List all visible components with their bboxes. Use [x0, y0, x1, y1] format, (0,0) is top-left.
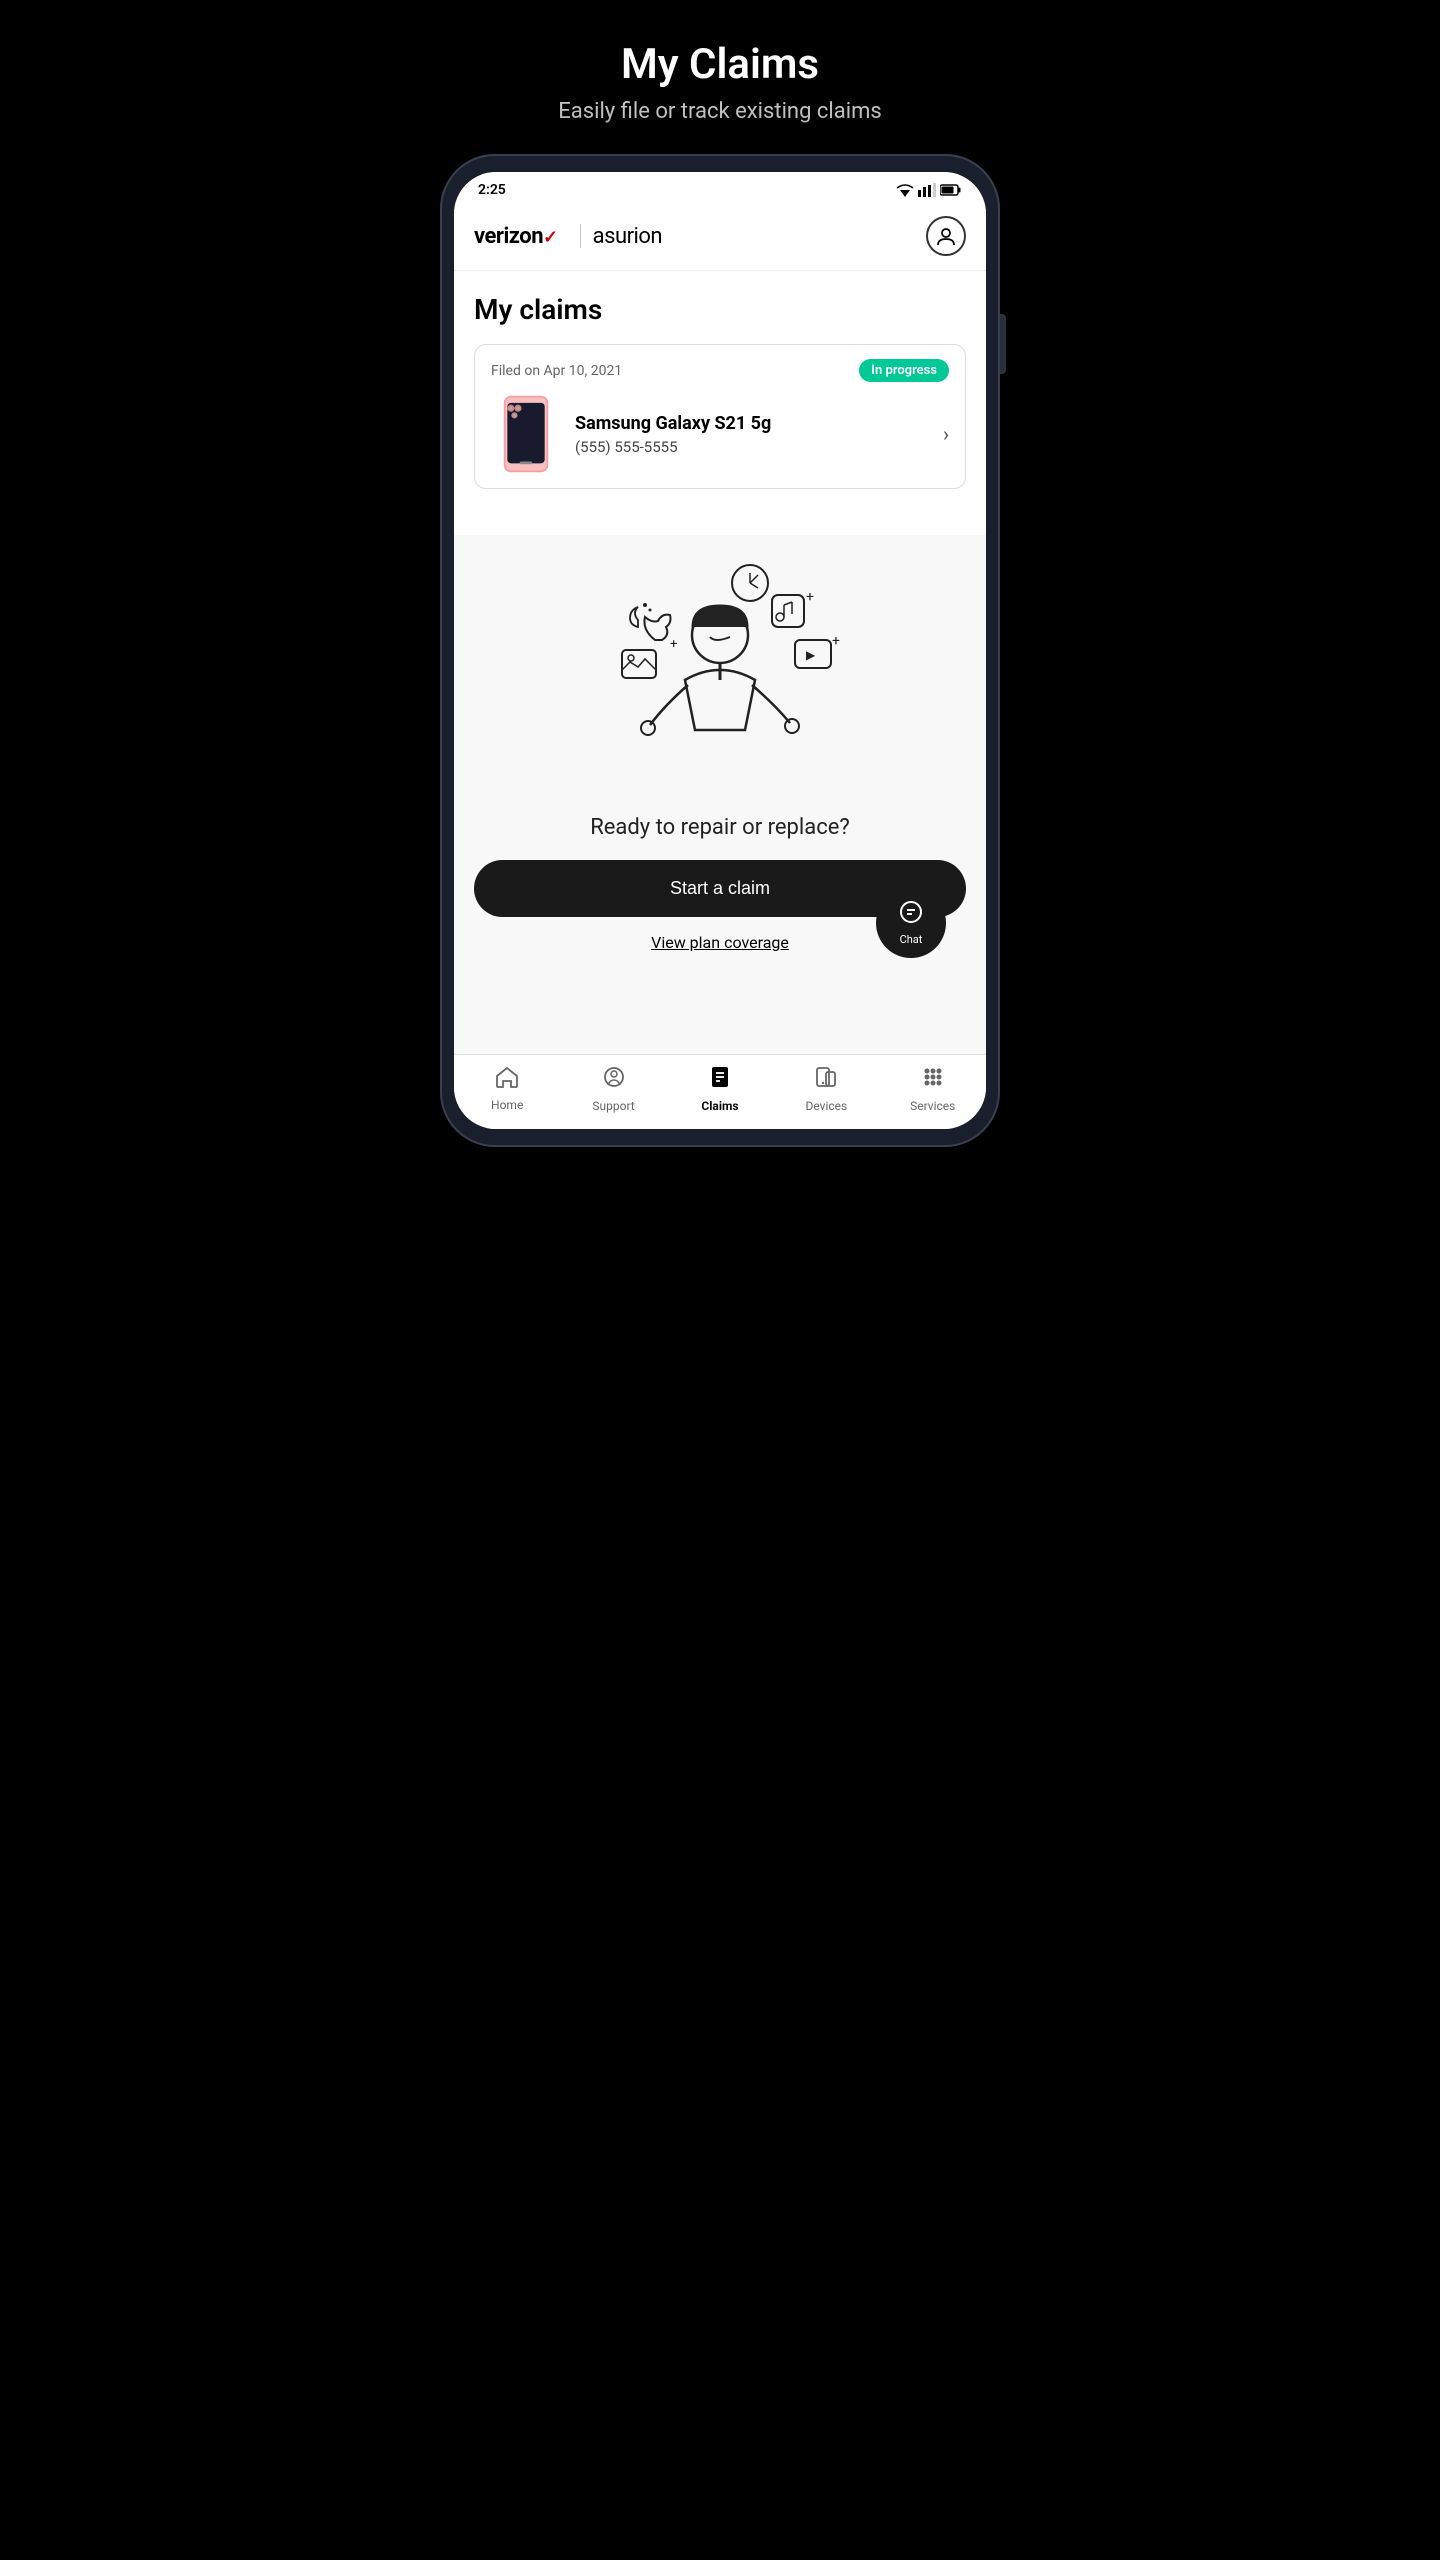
- svg-text:+: +: [806, 589, 814, 605]
- device-image: [491, 394, 561, 474]
- logo-divider: [580, 224, 581, 248]
- profile-icon: [935, 225, 957, 247]
- main-content: My claims Filed on Apr 10, 2021 In progr…: [454, 271, 986, 535]
- chat-fab-button[interactable]: Chat: [876, 888, 946, 958]
- chat-bubble-icon: [898, 900, 924, 926]
- nav-item-devices[interactable]: Devices: [791, 1065, 861, 1113]
- page-title: My Claims: [558, 40, 881, 89]
- device-info: Samsung Galaxy S21 5g (555) 555-5555: [575, 413, 929, 456]
- status-icons: [896, 183, 962, 197]
- asurion-brand: asurion: [593, 224, 662, 249]
- claims-section-title: My claims: [474, 293, 966, 326]
- devices-nav-label: Devices: [805, 1099, 847, 1113]
- chevron-right-icon: ›: [943, 422, 949, 446]
- claim-card-body: Samsung Galaxy S21 5g (555) 555-5555 ›: [491, 394, 949, 474]
- signal-icon: [918, 183, 936, 197]
- status-badge: In progress: [859, 359, 949, 382]
- status-bar: 2:25: [454, 172, 986, 202]
- claim-card[interactable]: Filed on Apr 10, 2021 In progress: [474, 344, 966, 489]
- nav-item-claims[interactable]: Claims: [685, 1065, 755, 1113]
- claims-icon: [708, 1065, 732, 1095]
- repair-text: Ready to repair or replace?: [590, 815, 850, 840]
- device-name: Samsung Galaxy S21 5g: [575, 413, 929, 434]
- filed-date: Filed on Apr 10, 2021: [491, 363, 622, 379]
- status-time: 2:25: [478, 182, 506, 198]
- svg-text:+: +: [832, 633, 840, 649]
- wifi-icon: [896, 183, 914, 197]
- devices-icon: [814, 1065, 838, 1095]
- phone-shell: 2:25: [440, 154, 1000, 1147]
- svg-text:+: +: [670, 637, 677, 652]
- svg-text:▶: ▶: [806, 648, 816, 662]
- services-icon: [921, 1065, 945, 1095]
- phone-screen: 2:25: [454, 172, 986, 1129]
- support-icon: [602, 1065, 626, 1095]
- page-header: My Claims Easily file or track existing …: [558, 40, 881, 124]
- battery-icon: [940, 184, 962, 196]
- claims-nav-label: Claims: [701, 1099, 738, 1113]
- chat-icon: [898, 900, 924, 931]
- verizon-checkmark: ✓: [543, 227, 558, 248]
- device-phone-number: (555) 555-5555: [575, 438, 929, 456]
- page-subtitle: Easily file or track existing claims: [558, 99, 881, 124]
- home-icon: [495, 1066, 519, 1094]
- brand-logo: verizon✓ asurion: [474, 224, 662, 249]
- nav-item-home[interactable]: Home: [472, 1066, 542, 1112]
- repair-illustration: + ▶ + +: [580, 545, 860, 805]
- verizon-brand: verizon✓: [474, 224, 568, 249]
- support-nav-label: Support: [592, 1099, 634, 1113]
- claim-card-header: Filed on Apr 10, 2021 In progress: [491, 359, 949, 382]
- services-nav-label: Services: [910, 1099, 955, 1113]
- nav-item-support[interactable]: Support: [579, 1065, 649, 1113]
- home-nav-label: Home: [491, 1098, 523, 1112]
- nav-item-services[interactable]: Services: [898, 1065, 968, 1113]
- app-header: verizon✓ asurion: [454, 202, 986, 271]
- bottom-nav: Home Support: [454, 1054, 986, 1129]
- illustration-section: + ▶ + + Ready to repair or replace?: [454, 535, 986, 860]
- chat-fab-label: Chat: [900, 933, 923, 946]
- profile-button[interactable]: [926, 216, 966, 256]
- device-svg: [491, 394, 561, 474]
